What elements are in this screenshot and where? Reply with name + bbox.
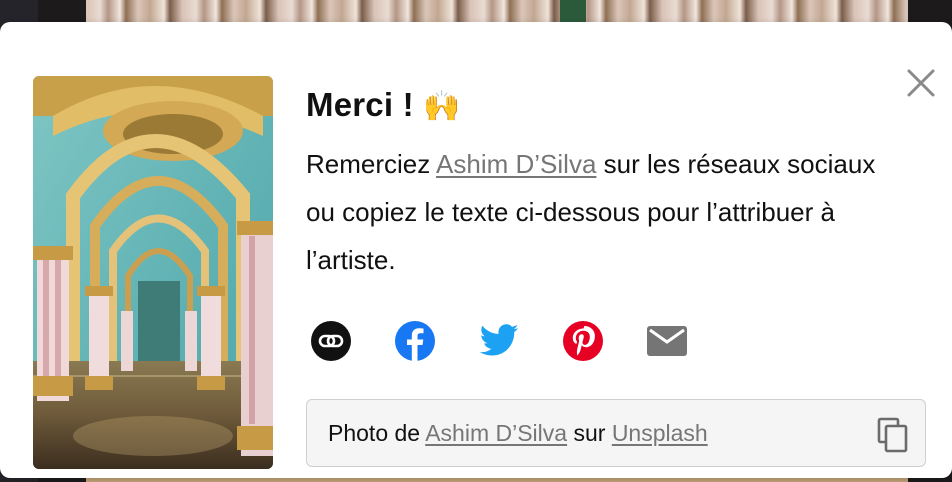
dialog-description: Remerciez Ashim D’Silva sur les réseaux …	[306, 149, 876, 275]
share-facebook-button[interactable]	[394, 320, 436, 362]
share-pinterest-button[interactable]	[562, 320, 604, 362]
photo-thumbnail	[33, 76, 273, 469]
attribution-box: Photo de Ashim D’Silva sur Unsplash	[306, 399, 926, 467]
pinterest-icon	[563, 321, 603, 361]
share-twitter-button[interactable]	[478, 320, 520, 362]
copy-icon	[877, 417, 908, 453]
link-icon	[311, 321, 351, 361]
twitter-icon	[479, 324, 519, 356]
attribution-author-link[interactable]: Ashim D’Silva	[425, 420, 567, 446]
dialog-title: Merci ! 🙌	[306, 86, 461, 123]
copy-link-button[interactable]	[310, 320, 352, 362]
facebook-icon	[395, 321, 435, 361]
raising-hands-emoji: 🙌	[423, 90, 461, 123]
copy-attribution-button[interactable]	[875, 417, 911, 453]
mail-icon	[647, 326, 687, 356]
attribution-text: Photo de Ashim D’Silva sur Unsplash	[328, 420, 708, 446]
thank-you-dialog: Merci ! 🙌 Remerciez Ashim D’Silva sur le…	[0, 22, 952, 478]
author-link[interactable]: Ashim D’Silva	[436, 149, 596, 179]
dialog-content: Merci ! 🙌 Remerciez Ashim D’Silva sur le…	[306, 82, 926, 467]
unsplash-link[interactable]: Unsplash	[612, 420, 708, 446]
share-email-button[interactable]	[646, 320, 688, 362]
